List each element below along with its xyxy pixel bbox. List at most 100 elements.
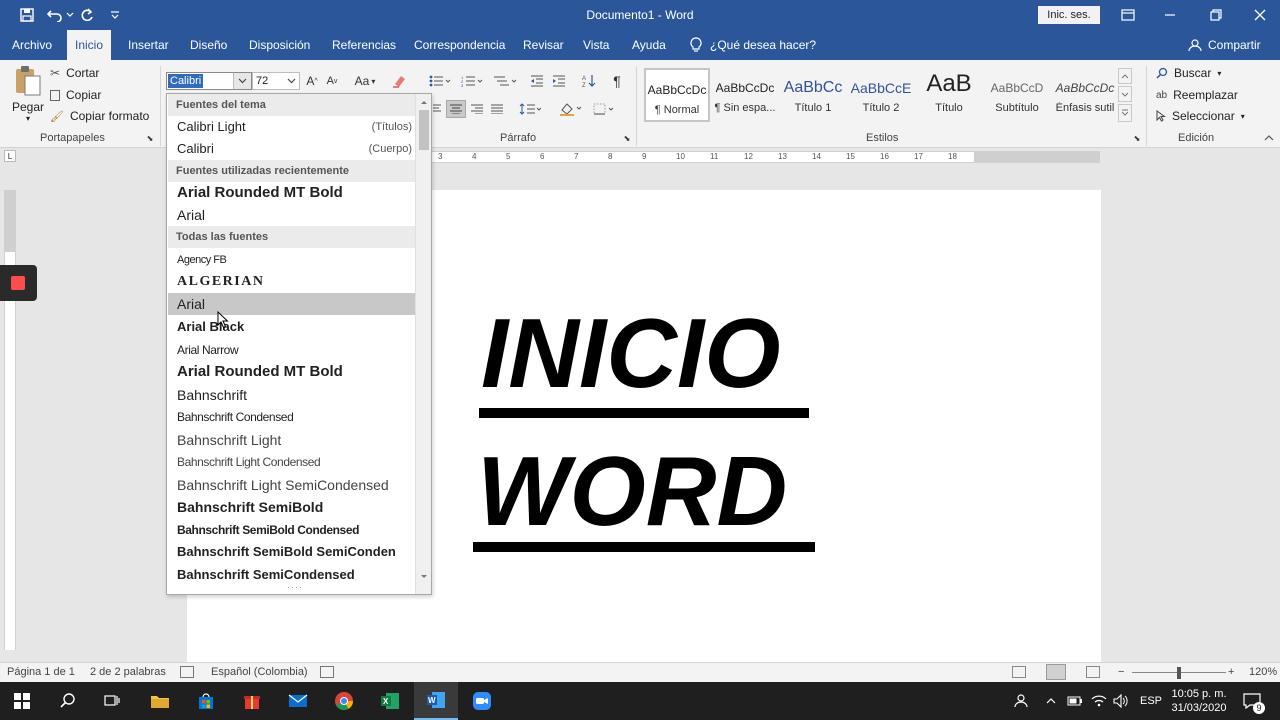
zoom-level[interactable]: 120%	[1249, 666, 1277, 678]
font-option[interactable]: Arial Black	[168, 316, 415, 338]
tab-references[interactable]: Referencias	[324, 30, 404, 60]
macro-recording-icon[interactable]	[320, 666, 334, 678]
close-icon[interactable]	[1250, 6, 1270, 24]
font-option[interactable]: Arial Rounded MT Bold	[168, 361, 415, 383]
tab-insert[interactable]: Insertar	[120, 30, 177, 60]
wifi-icon[interactable]	[1090, 682, 1108, 720]
store-icon[interactable]	[184, 682, 228, 720]
font-option[interactable]: Bahnschrift Light	[168, 429, 415, 451]
word-taskbar-icon[interactable]: W	[414, 682, 458, 720]
search-icon[interactable]	[46, 682, 90, 720]
borders-icon[interactable]	[590, 100, 618, 118]
decrease-indent-icon[interactable]	[528, 72, 546, 90]
scroll-up-icon[interactable]	[418, 96, 430, 108]
people-icon[interactable]	[1010, 682, 1030, 720]
numbering-icon[interactable]: 123	[458, 72, 486, 90]
font-name-dropdown-icon[interactable]	[233, 73, 251, 89]
tab-mailings[interactable]: Correspondencia	[406, 30, 513, 60]
font-option[interactable]: Arial	[168, 204, 415, 226]
collapse-ribbon-icon[interactable]	[1262, 132, 1276, 144]
style-normal[interactable]: AaBbCcDc ¶ Normal	[644, 68, 710, 122]
chrome-icon[interactable]	[322, 682, 366, 720]
zoom-app-icon[interactable]	[460, 682, 504, 720]
style-heading-2[interactable]: AaBbCcE Título 2	[848, 68, 914, 122]
document-heading-line-1[interactable]: INICIO	[481, 304, 780, 402]
style-heading-1[interactable]: AaBbCc Título 1	[780, 68, 846, 122]
style-title[interactable]: AaB Título	[916, 68, 982, 122]
web-layout-icon[interactable]	[1086, 666, 1100, 678]
font-option[interactable]: Calibri (Cuerpo)	[168, 138, 415, 160]
tell-me-box[interactable]: ¿Qué desea hacer?	[690, 30, 816, 60]
tab-stop-selector-icon[interactable]: L	[4, 150, 16, 162]
restore-icon[interactable]	[1206, 6, 1226, 24]
font-option[interactable]: Bahnschrift Light Condensed	[168, 451, 415, 473]
volume-icon[interactable]	[1112, 682, 1130, 720]
tab-view[interactable]: Vista	[575, 30, 617, 60]
shrink-font-icon[interactable]: Av	[324, 72, 340, 90]
vertical-ruler[interactable]	[4, 190, 16, 650]
font-option[interactable]: Bahnschrift Condensed	[168, 406, 415, 428]
scroll-thumb[interactable]	[419, 110, 429, 150]
zoom-out-icon[interactable]: −	[1118, 666, 1124, 678]
font-list-scrollbar[interactable]	[415, 94, 431, 594]
styles-launcher-icon[interactable]: ⬊	[1132, 132, 1142, 144]
word-count[interactable]: 2 de 2 palabras	[90, 666, 166, 678]
shading-icon[interactable]	[556, 100, 586, 118]
change-case-button[interactable]: Aa ▾	[350, 72, 380, 90]
font-option[interactable]: Bahnschrift SemiBold Condensed	[168, 519, 415, 541]
font-option[interactable]: Arial Narrow	[168, 339, 415, 361]
font-option[interactable]: Calibri Light (Títulos)	[168, 116, 415, 138]
cut-button[interactable]: ✂ Cortar	[50, 66, 99, 80]
record-stop-icon[interactable]	[11, 276, 25, 290]
ribbon-display-options-icon[interactable]	[1118, 6, 1138, 24]
tab-file[interactable]: Archivo	[4, 30, 60, 60]
find-button[interactable]: Buscar ▾	[1156, 66, 1221, 80]
task-view-icon[interactable]	[90, 682, 134, 720]
read-mode-icon[interactable]	[1012, 666, 1026, 678]
styles-scroll-down-icon[interactable]	[1118, 86, 1132, 102]
tab-review[interactable]: Revisar	[515, 30, 572, 60]
font-option-hovered[interactable]: Arial	[168, 293, 415, 315]
style-subtitle[interactable]: AaBbCcD Subtítulo	[984, 68, 1050, 122]
page-count[interactable]: Página 1 de 1	[7, 666, 75, 678]
clear-formatting-icon[interactable]	[390, 72, 408, 90]
style-no-spacing[interactable]: AaBbCcDc ¶ Sin espa...	[712, 68, 778, 122]
styles-scroll-up-icon[interactable]	[1118, 68, 1132, 84]
windows-start-icon[interactable]	[0, 682, 44, 720]
document-heading-line-2[interactable]: WORD	[477, 442, 787, 540]
font-size-dropdown-icon[interactable]	[287, 73, 296, 89]
line-spacing-icon[interactable]	[516, 100, 544, 118]
grow-font-icon[interactable]: A ^	[304, 72, 320, 90]
copy-button[interactable]: Copiar	[50, 88, 101, 102]
align-right-icon[interactable]	[468, 100, 486, 118]
language-status[interactable]: Español (Colombia)	[211, 666, 308, 678]
align-left-icon[interactable]	[432, 100, 442, 118]
gift-app-icon[interactable]	[230, 682, 274, 720]
zoom-slider-thumb[interactable]	[1177, 667, 1181, 679]
increase-indent-icon[interactable]	[550, 72, 568, 90]
tab-design[interactable]: Diseño	[182, 30, 235, 60]
replace-button[interactable]: ab Reemplazar	[1156, 88, 1238, 102]
bullets-icon[interactable]	[426, 72, 454, 90]
paste-button[interactable]: Pegar ▾	[8, 64, 48, 130]
share-button[interactable]: Compartir	[1188, 30, 1261, 60]
tab-layout[interactable]: Disposición	[241, 30, 318, 60]
justify-icon[interactable]	[488, 100, 506, 118]
font-option[interactable]: Bahnschrift SemiBold SemiConden	[168, 541, 415, 563]
scroll-down-icon[interactable]	[418, 570, 430, 582]
file-explorer-icon[interactable]	[138, 682, 182, 720]
font-option[interactable]: Arial Rounded MT Bold	[168, 182, 415, 204]
show-hidden-icons-icon[interactable]	[1044, 682, 1058, 720]
notifications-icon[interactable]: 9	[1240, 682, 1265, 720]
horizontal-ruler[interactable]: 3 4 5 6 7 8 9 10 11 12 13 14 15 16 17 18	[432, 151, 1100, 163]
sign-in-button[interactable]: Inic. ses.	[1038, 6, 1100, 24]
print-layout-icon[interactable]	[1046, 664, 1066, 680]
style-subtle-emphasis[interactable]: AaBbCcDc Énfasis sutil	[1052, 68, 1118, 122]
align-center-icon[interactable]	[446, 100, 466, 118]
sort-icon[interactable]: AZ	[580, 72, 598, 90]
screen-recorder-widget[interactable]	[0, 265, 37, 301]
styles-more-icon[interactable]	[1118, 104, 1132, 122]
show-marks-icon[interactable]: ¶	[608, 72, 626, 90]
font-name-input[interactable]: Calibri	[166, 72, 252, 90]
resize-grip-icon[interactable]: ····	[287, 582, 303, 592]
